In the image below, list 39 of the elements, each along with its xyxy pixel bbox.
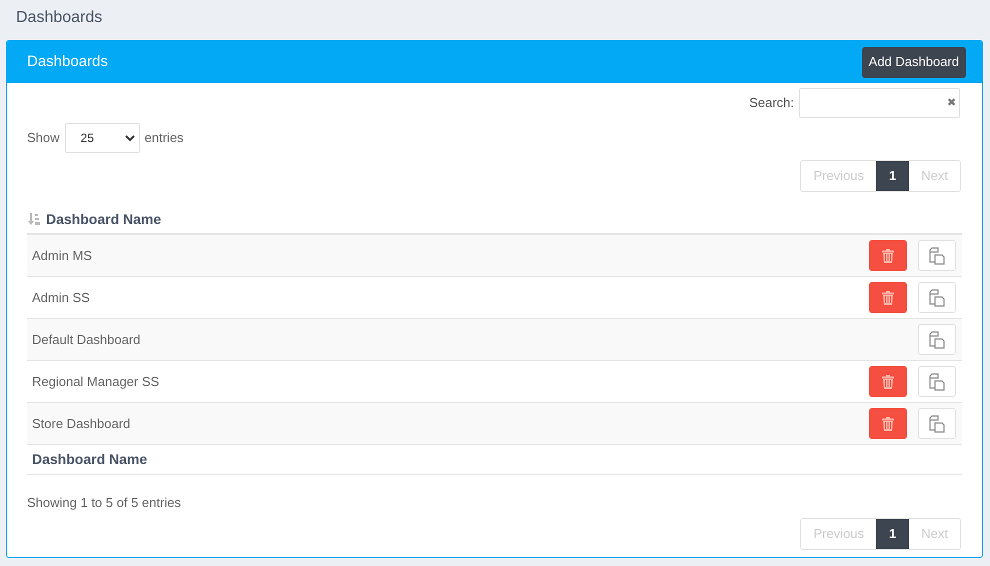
copy-button[interactable] [918, 366, 956, 397]
sort-icon[interactable] [27, 212, 41, 226]
copy-icon [929, 372, 945, 390]
trash-icon [882, 248, 894, 262]
page-button[interactable]: 1 [876, 519, 910, 549]
delete-button[interactable] [869, 240, 907, 271]
add-dashboard-button[interactable]: Add Dashboard [862, 46, 966, 78]
entries-label: entries [144, 129, 184, 148]
trash-icon [882, 416, 894, 430]
copy-icon [929, 414, 945, 432]
delete-button[interactable] [869, 366, 907, 397]
search-field[interactable]: ✖ [799, 88, 960, 118]
copy-icon [929, 288, 945, 306]
table-info: Showing 1 to 5 of 5 entries [27, 495, 181, 510]
copy-icon [929, 330, 945, 348]
panel-title: Dashboards [27, 52, 108, 72]
entries-select[interactable]: 25 [64, 123, 140, 153]
page-title: Dashboards [16, 9, 102, 26]
column-header[interactable]: Dashboard Name [46, 208, 162, 230]
page-button[interactable]: 1 [876, 161, 910, 191]
delete-button[interactable] [869, 282, 907, 313]
trash-icon [882, 374, 894, 388]
copy-button[interactable] [918, 240, 956, 271]
table-cell-text: Regional Manager SS [32, 372, 160, 391]
chevron-down-icon [124, 134, 135, 142]
copy-button[interactable] [918, 408, 956, 439]
table-cell-text: Admin MS [32, 246, 92, 265]
table-cell-text: Store Dashboard [32, 414, 130, 433]
column-footer: Dashboard Name [32, 449, 148, 470]
table-cell-text: Admin SS [32, 288, 90, 307]
delete-button[interactable] [869, 408, 907, 439]
trash-icon [882, 290, 894, 304]
search-label: Search: [749, 94, 794, 112]
copy-icon [929, 246, 945, 264]
copy-button[interactable] [918, 282, 956, 313]
clear-icon[interactable]: ✖ [947, 94, 956, 112]
table-cell-text: Default Dashboard [32, 330, 140, 349]
show-label: Show [27, 129, 60, 148]
copy-button[interactable] [918, 324, 956, 355]
